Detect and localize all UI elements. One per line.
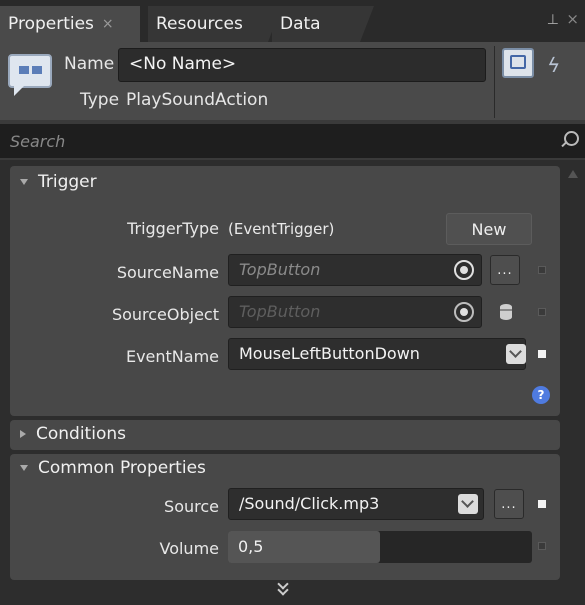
type-label: Type [80, 90, 120, 110]
target-picker-icon[interactable] [454, 302, 474, 322]
advanced-options-marker[interactable] [538, 308, 546, 316]
conditions-title: Conditions [36, 424, 126, 444]
search-bar [0, 124, 585, 158]
lightning-icon: ϟ [544, 53, 563, 77]
scroll-up-icon[interactable] [568, 170, 578, 178]
properties-view-button[interactable] [502, 48, 534, 78]
new-trigger-button[interactable]: New [446, 213, 532, 245]
advanced-options-marker[interactable] [538, 500, 546, 508]
object-header: Name <No Name> Type PlaySoundAction ϟ [0, 42, 585, 120]
expand-more-icon[interactable] [275, 578, 295, 600]
trigger-section: Trigger [10, 166, 560, 416]
trigger-title: Trigger [38, 172, 97, 192]
volume-slider[interactable]: 0,5 [228, 531, 532, 563]
properties-icon [510, 55, 526, 69]
advanced-options-marker[interactable] [538, 350, 546, 358]
source-dropdown[interactable]: /Sound/Click.mp3 [228, 488, 484, 520]
trigger-type-label: TriggerType [127, 219, 219, 238]
source-object-label: SourceObject [111, 305, 219, 324]
tab-properties[interactable]: Properties × [0, 6, 140, 42]
advanced-options-marker[interactable] [538, 266, 546, 274]
trigger-header[interactable]: Trigger [20, 172, 97, 192]
header-divider [494, 46, 495, 118]
tab-data-label: Data [280, 14, 321, 34]
tab-close-icon[interactable]: × [102, 16, 114, 32]
scrollbar[interactable] [566, 166, 580, 576]
events-view-button[interactable]: ϟ [544, 50, 574, 78]
common-properties-header[interactable]: Common Properties [20, 458, 206, 478]
source-name-browse-button[interactable]: ... [490, 255, 520, 285]
advanced-options-marker[interactable] [538, 542, 546, 550]
tab-bar: Properties × Resources Data ⊥ × [0, 0, 585, 42]
event-name-dropdown[interactable]: MouseLeftButtonDown [228, 338, 526, 370]
volume-value: 0,5 [238, 537, 264, 556]
expand-icon [20, 430, 26, 438]
name-field[interactable]: <No Name> [118, 48, 486, 82]
pin-icon[interactable]: ⊥ [547, 12, 559, 28]
object-type-icon [8, 54, 52, 96]
source-object-field[interactable]: TopButton [228, 296, 482, 328]
trigger-type-value: (EventTrigger) [228, 220, 335, 238]
conditions-header[interactable]: Conditions [20, 424, 126, 444]
collapse-icon [20, 465, 28, 471]
search-input[interactable] [0, 124, 550, 158]
chevron-down-icon[interactable] [458, 494, 478, 514]
tab-data[interactable]: Data [272, 6, 374, 42]
conditions-section: Conditions [10, 420, 560, 450]
tab-properties-label: Properties [8, 14, 94, 34]
database-icon[interactable] [500, 304, 512, 320]
source-browse-button[interactable]: ... [494, 489, 524, 519]
type-value: PlaySoundAction [126, 90, 269, 110]
common-properties-title: Common Properties [38, 458, 206, 478]
event-name-label: EventName [125, 347, 219, 366]
source-label: Source [164, 497, 219, 516]
search-icon[interactable] [561, 131, 579, 147]
help-icon[interactable]: ? [532, 386, 550, 404]
source-name-label: SourceName [116, 263, 219, 282]
chevron-down-icon[interactable] [506, 344, 526, 364]
source-name-field[interactable]: TopButton [228, 254, 482, 286]
tab-resources[interactable]: Resources [148, 6, 282, 42]
target-picker-icon[interactable] [454, 260, 474, 280]
collapse-icon [20, 179, 28, 185]
tab-resources-label: Resources [156, 14, 243, 34]
volume-label: Volume [159, 539, 219, 558]
name-label: Name [64, 54, 115, 74]
panel-close-icon[interactable]: × [566, 10, 579, 28]
